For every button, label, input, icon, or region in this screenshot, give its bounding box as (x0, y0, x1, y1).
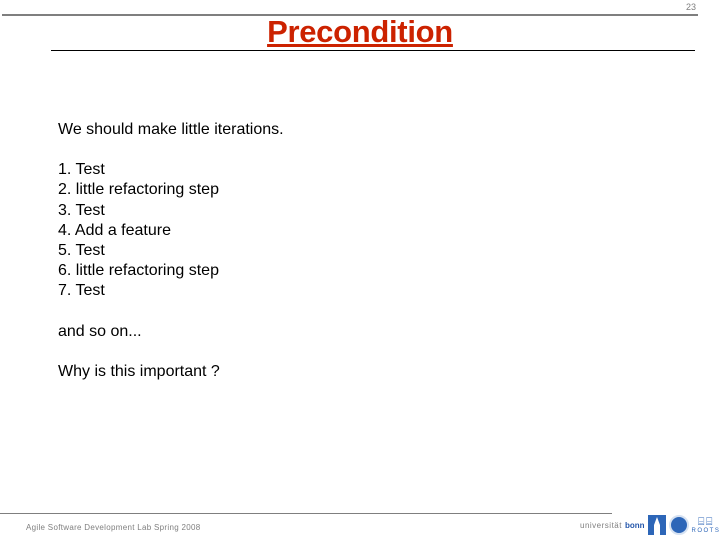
continuation-text: and so on... (58, 322, 142, 340)
roots-label: ROOTS (691, 527, 720, 534)
question-text: Why is this important ? (58, 362, 220, 380)
slide-title-text: Precondition (267, 14, 453, 49)
step-item: 4. Add a feature (58, 221, 171, 239)
footer-rule (0, 513, 612, 514)
step-item: 3. Test (58, 201, 105, 219)
step-item: 2. little refactoring step (58, 181, 219, 199)
slide-body: We should make little iterations. 1. Tes… (58, 120, 284, 382)
footer-course: Agile Software Development Lab Spring 20… (26, 523, 201, 532)
university-logo-icon (647, 515, 666, 535)
institute-logo-icon (668, 515, 689, 535)
step-item: 1. Test (58, 161, 105, 179)
roots-glyph-icon: ⌸⌸ (697, 515, 715, 528)
footer-logos: universität bonn ⌸⌸ ROOTS (580, 512, 720, 538)
university-prefix: universität (580, 520, 622, 530)
step-item: 5. Test (58, 242, 105, 260)
step-item: 7. Test (58, 282, 105, 300)
slide-title: Precondition (0, 14, 720, 50)
page-number: 23 (685, 2, 696, 12)
university-name: bonn (624, 520, 645, 530)
title-rule (51, 50, 695, 51)
cathedral-icon (653, 517, 660, 535)
intro-text: We should make little iterations. (58, 121, 284, 138)
roots-logo: ⌸⌸ ROOTS (691, 515, 720, 534)
step-item: 6. little refactoring step (58, 262, 219, 280)
step-list: 1. Test 2. little refactoring step 3. Te… (58, 160, 284, 301)
